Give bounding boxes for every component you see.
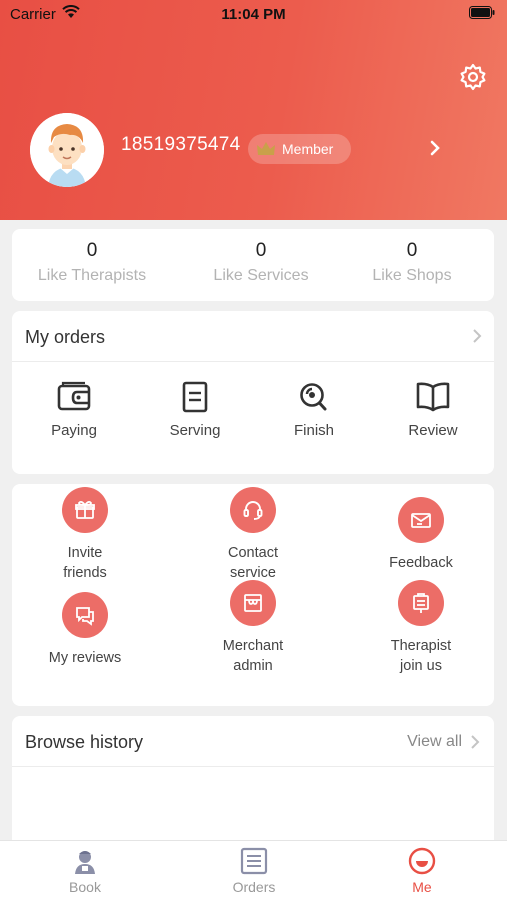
profile-header: Carrier 11:04 PM 18519375474 Member: [0, 0, 507, 220]
badge-icon: [398, 580, 444, 626]
shop-icon: [230, 580, 276, 626]
gift-icon: [62, 487, 108, 533]
like-services-stat[interactable]: 0 Like Services: [181, 239, 341, 285]
book-icon: [416, 382, 450, 412]
order-label: Finish: [293, 422, 334, 439]
my-orders-card: My orders Paying Serving Finish Review: [12, 311, 494, 474]
stat-count: 0: [406, 240, 418, 261]
chevron-right-icon: [471, 735, 480, 749]
favorites-stats-card: 0 Like Therapists 0 Like Services 0 Like…: [12, 229, 494, 301]
tab-me[interactable]: Me: [372, 847, 472, 895]
order-label: Paying: [51, 422, 97, 439]
browse-history-card: Browse history View all: [12, 716, 494, 856]
profile-row[interactable]: 18519375474 Member: [0, 110, 507, 190]
service-label-line1: Feedback: [389, 555, 453, 571]
service-label-line1: Merchant: [222, 638, 284, 654]
service-label-line1: Invite: [67, 545, 103, 561]
magnifier-icon: [300, 383, 327, 411]
stat-count: 0: [86, 240, 98, 261]
feedback-button[interactable]: Feedback: [351, 497, 491, 573]
service-label-line1: Therapist: [390, 638, 452, 654]
battery-icon: [469, 6, 495, 23]
merchant-admin-button[interactable]: Merchant admin: [183, 580, 323, 676]
mail-icon: [398, 497, 444, 543]
tab-label: Orders: [232, 879, 276, 895]
member-label: Member: [282, 141, 334, 157]
tab-orders[interactable]: Orders: [204, 847, 304, 895]
order-serving[interactable]: Serving: [150, 381, 240, 439]
settings-gear-icon[interactable]: [458, 62, 488, 92]
invite-friends-button[interactable]: Invite friends: [15, 487, 155, 583]
view-all-label: View all: [407, 733, 462, 750]
like-therapists-stat[interactable]: 0 Like Therapists: [12, 239, 172, 285]
order-review[interactable]: Review: [388, 381, 478, 439]
browse-history-title: Browse history: [25, 732, 144, 752]
service-label: Invite friends: [15, 543, 155, 583]
service-label: Feedback: [351, 553, 491, 573]
stat-label: Like Services: [213, 267, 309, 284]
order-label: Serving: [169, 422, 221, 439]
my-reviews-button[interactable]: My reviews: [15, 592, 155, 668]
chevron-right-icon: [428, 140, 442, 161]
stat-label: Like Shops: [372, 267, 452, 284]
order-paying[interactable]: Paying: [29, 381, 119, 439]
phone-number: 18519375474: [121, 134, 241, 155]
order-label: Review: [408, 422, 458, 439]
tab-book[interactable]: Book: [35, 847, 135, 895]
crown-icon: [257, 142, 275, 155]
chevron-right-icon: [472, 329, 482, 348]
view-all-link[interactable]: View all: [407, 733, 480, 751]
browse-history-header: Browse history View all: [12, 716, 494, 767]
clock: 11:04 PM: [221, 6, 286, 23]
avatar: [30, 113, 104, 187]
like-shops-stat[interactable]: 0 Like Shops: [332, 239, 492, 285]
therapist-join-button[interactable]: Therapist join us: [351, 580, 491, 676]
service-label: My reviews: [15, 648, 155, 668]
wallet-icon: [57, 381, 91, 411]
service-label-line2: join us: [400, 658, 442, 674]
service-label-line1: Contact: [228, 545, 278, 561]
services-grid-card: Invite friends Contact service Feedback: [12, 484, 494, 706]
stat-label: Like Therapists: [37, 267, 147, 284]
me-icon: [408, 847, 436, 875]
document-icon: [182, 381, 208, 413]
member-badge: Member: [248, 134, 351, 164]
service-label-line2: friends: [63, 565, 107, 581]
therapist-icon: [75, 851, 95, 874]
bottom-tab-bar: Book Orders Me: [0, 840, 507, 900]
service-label: Contact service: [183, 543, 323, 583]
status-bar: Carrier 11:04 PM: [0, 0, 507, 30]
headset-icon: [230, 487, 276, 533]
stat-count: 0: [255, 240, 267, 261]
list-icon: [240, 847, 268, 875]
service-label: Merchant admin: [183, 636, 323, 676]
tab-label: Book: [69, 879, 101, 895]
tab-label: Me: [412, 879, 432, 895]
service-label-line2: admin: [233, 658, 273, 674]
contact-service-button[interactable]: Contact service: [183, 487, 323, 583]
order-finish[interactable]: Finish: [269, 381, 359, 439]
my-orders-title: My orders: [25, 327, 106, 347]
my-orders-header[interactable]: My orders: [12, 311, 494, 362]
chat-icon: [62, 592, 108, 638]
service-label-line1: My reviews: [48, 650, 122, 666]
service-label: Therapist join us: [351, 636, 491, 676]
